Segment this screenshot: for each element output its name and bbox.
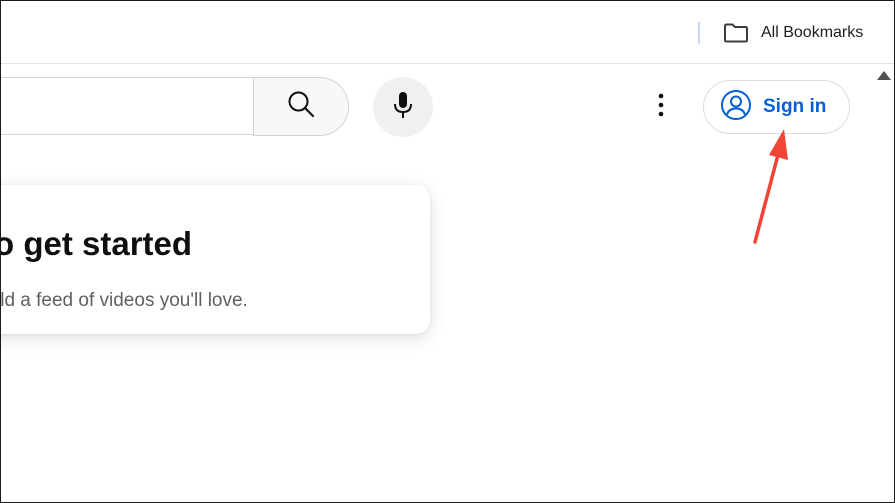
search-icon [286, 89, 316, 124]
get-started-card: o get started ild a feed of videos you'l… [0, 185, 430, 334]
folder-icon [723, 22, 749, 44]
all-bookmarks-button[interactable]: All Bookmarks [723, 21, 863, 45]
vertical-dots-icon [658, 93, 664, 122]
scrollbar-up-arrow[interactable] [877, 71, 891, 80]
voice-search-button[interactable] [373, 77, 433, 137]
bookmarks-bar: All Bookmarks [1, 1, 894, 64]
annotation-arrow [753, 129, 788, 244]
browser-window: All Bookmarks Sign in o get started ild … [0, 0, 895, 503]
bookmarks-divider [698, 22, 700, 44]
account-circle-icon [720, 89, 752, 126]
search-input[interactable] [1, 77, 254, 135]
card-title: o get started [0, 225, 193, 262]
microphone-icon [392, 90, 414, 125]
sign-in-label: Sign in [763, 96, 827, 117]
search-button[interactable] [253, 77, 349, 136]
all-bookmarks-label: All Bookmarks [761, 24, 864, 41]
card-subtitle: ild a feed of videos you'll love. [0, 290, 248, 311]
more-options-button[interactable] [641, 87, 681, 127]
